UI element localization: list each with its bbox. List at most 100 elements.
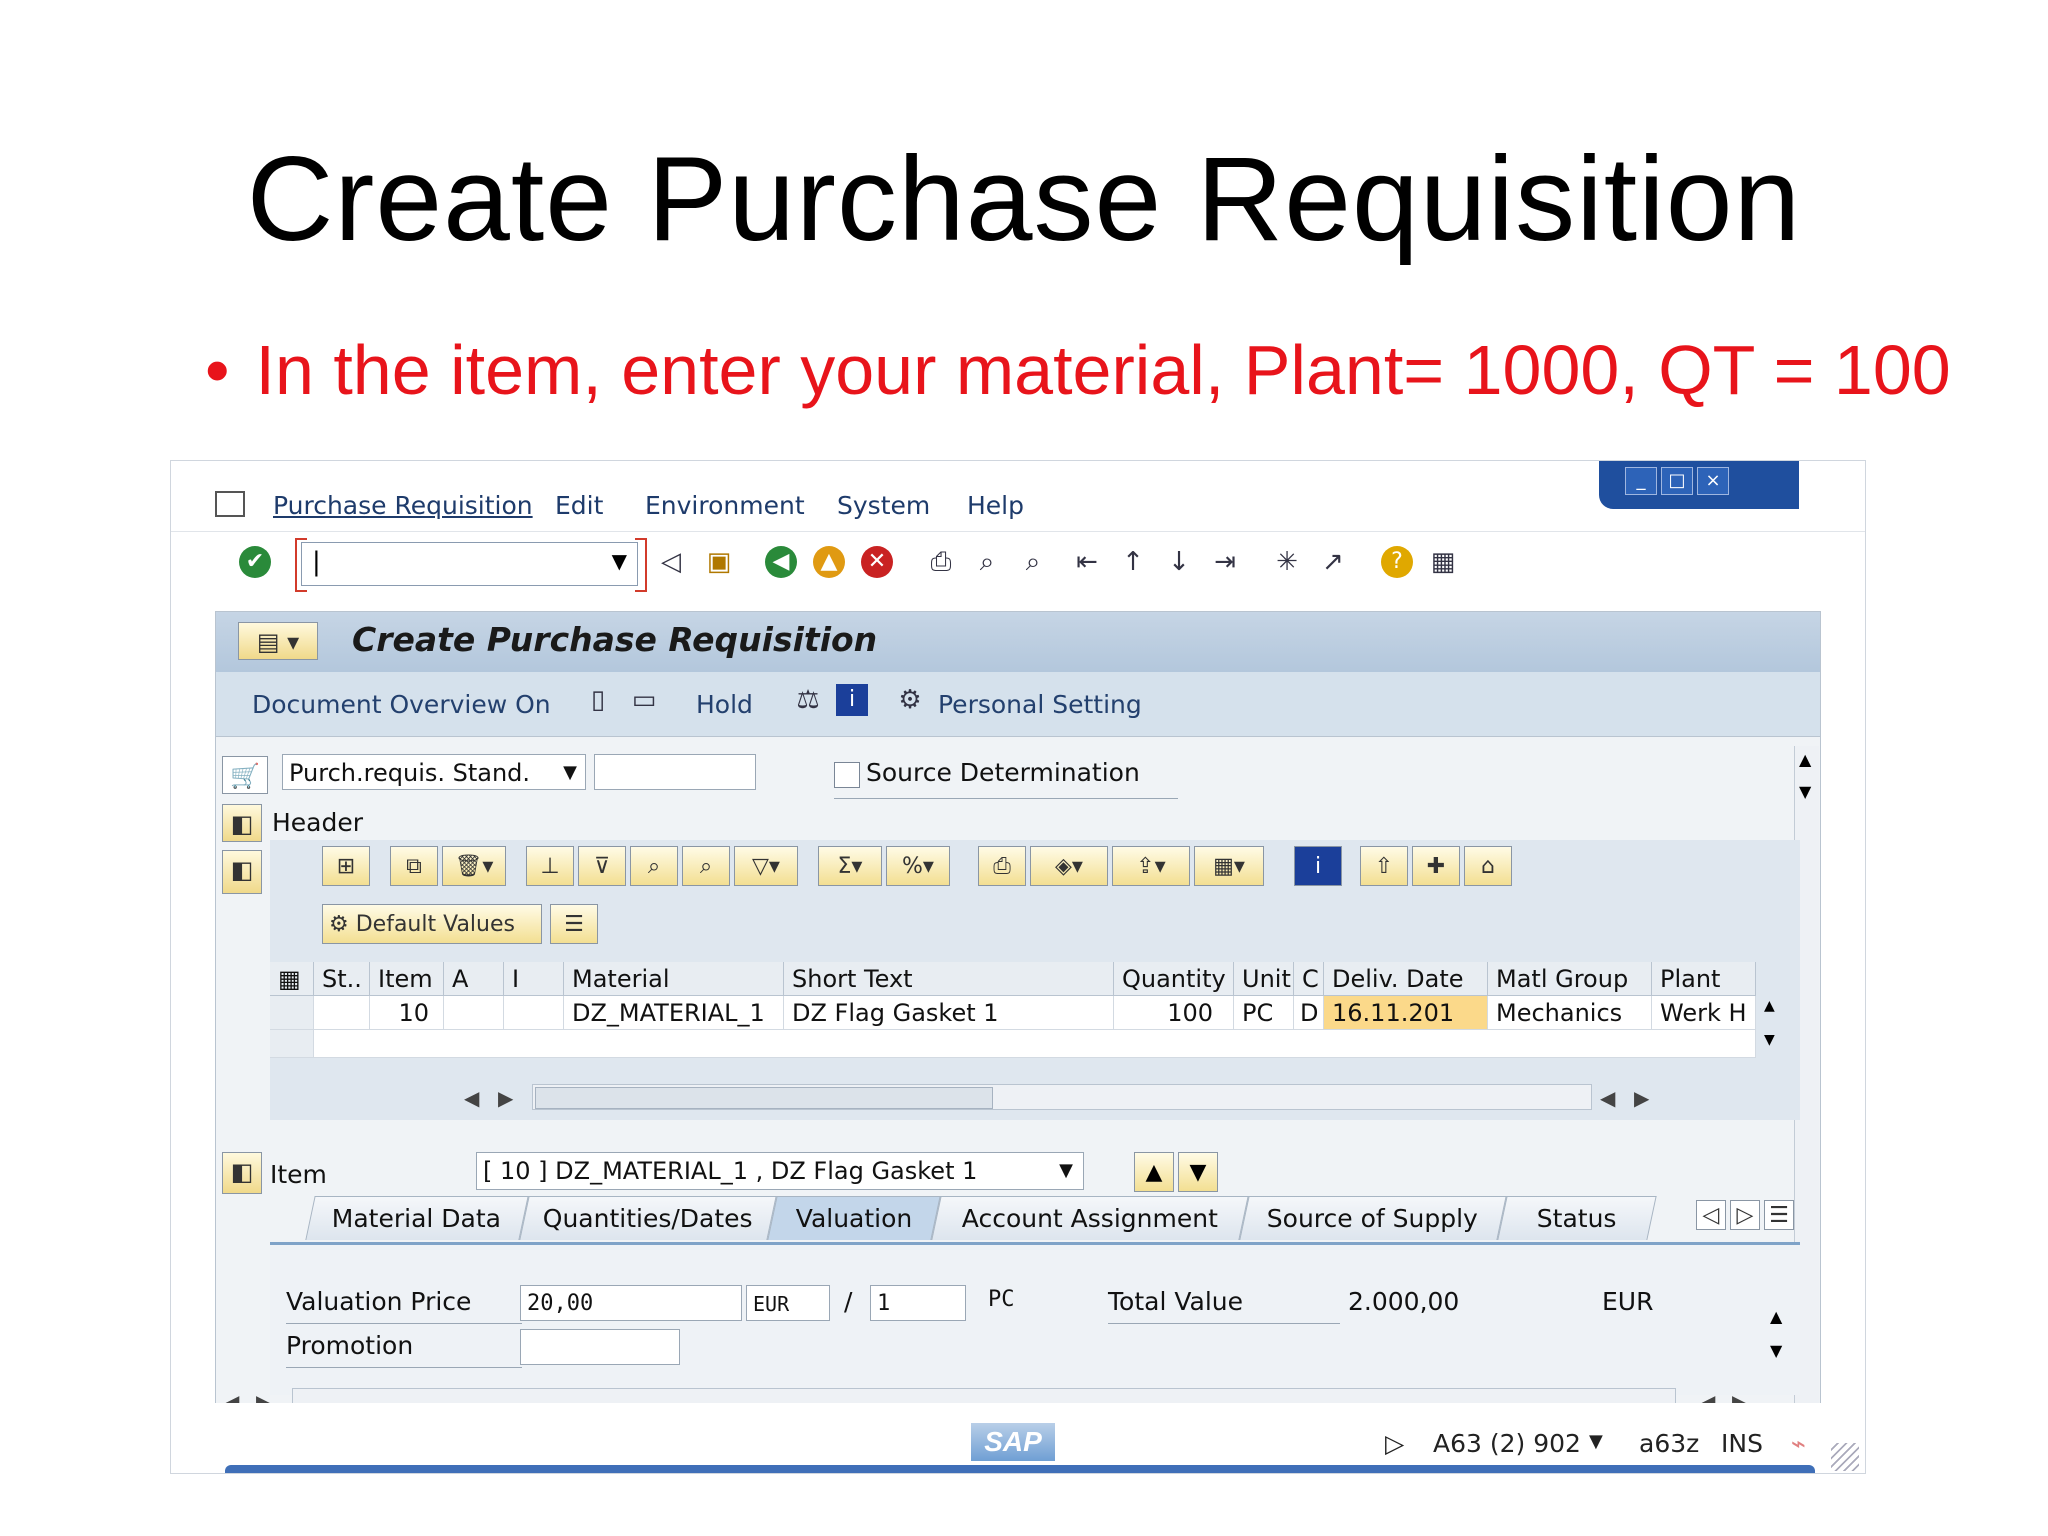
details-icon[interactable]: ⊞ [322,846,370,886]
status-expand-icon[interactable]: ▷ [1385,1429,1404,1458]
grid-info-icon[interactable]: i [1294,846,1342,886]
table-cell-delivery-date[interactable]: 16.11.201 [1324,996,1488,1030]
table-cell-item-category[interactable] [504,996,564,1030]
col-delivery-date[interactable]: Deliv. Date [1324,962,1488,996]
check-icon[interactable]: ✔ [239,546,271,578]
table-scroll-up-icon[interactable]: ▲ [1764,998,1775,1014]
print-preview-icon[interactable]: ⊥ [526,846,574,886]
detail-scroll-up-icon[interactable]: ▲ [1770,1307,1782,1326]
exit-icon[interactable]: ▲ [813,546,845,578]
currency-field[interactable]: EUR [746,1285,830,1321]
new-session-icon[interactable]: ✳ [1271,546,1303,578]
tab-quantities-dates[interactable]: Quantities/Dates [519,1196,777,1240]
col-item[interactable]: Item [370,962,444,996]
col-material[interactable]: Material [564,962,784,996]
transaction-menu-icon[interactable]: ▤ ▾ [238,622,318,660]
other-document-icon[interactable]: ▭ [628,684,660,716]
tab-scroll-left-icon[interactable]: ◁ [1696,1200,1726,1230]
last-page-icon[interactable]: ⇥ [1209,546,1241,578]
add-icon[interactable]: ✚ [1412,846,1460,886]
table-cell-material-group[interactable]: Mechanics [1488,996,1652,1030]
find-icon[interactable]: ⌕ [971,546,1003,578]
menu-help[interactable]: Help [967,491,1024,520]
table-cell-item[interactable]: 10 [370,996,444,1030]
layout-select-icon[interactable]: ▦▾ [1194,846,1264,886]
cart-icon[interactable]: 🛒 [222,756,268,794]
prev-page-icon[interactable]: ↑ [1117,546,1149,578]
tab-material-data[interactable]: Material Data [305,1196,529,1240]
source-determination-checkbox[interactable] [834,762,860,788]
find-grid-icon[interactable]: ⌕ [630,846,678,886]
item-overview-collapse-icon[interactable]: ◧ [222,850,262,894]
table-cell-short-text[interactable]: DZ Flag Gasket 1 [784,996,1114,1030]
resize-grip-icon[interactable] [1831,1443,1859,1471]
table-cell-status[interactable] [314,996,370,1030]
table-cell-account-category[interactable] [444,996,504,1030]
col-date-category[interactable]: C [1294,962,1324,996]
command-field[interactable]: | ▼ [301,542,638,586]
row-selector[interactable] [270,1030,314,1058]
menu-system[interactable]: System [837,491,930,520]
select-all-icon[interactable]: ▦ [270,962,314,996]
promotion-field[interactable] [520,1329,680,1365]
chevron-down-icon[interactable]: ▼ [1059,1153,1073,1189]
scroll-left-icon[interactable]: ◀ [1600,1086,1615,1110]
system-info[interactable]: A63 (2) 902 [1433,1429,1581,1458]
chevron-down-icon[interactable]: ▼ [612,549,627,573]
hold-button[interactable]: Hold [696,690,753,719]
tab-account-assignment[interactable]: Account Assignment [931,1196,1249,1240]
price-unit-field[interactable]: 1 [870,1285,966,1321]
info-icon[interactable]: i [836,684,868,716]
tab-valuation[interactable]: Valuation [767,1196,941,1240]
menu-edit[interactable]: Edit [555,491,603,520]
minimize-icon[interactable]: _ [1625,467,1657,495]
document-overview-button[interactable]: Document Overview On [252,690,551,719]
table-horizontal-scrollbar[interactable] [532,1084,1592,1110]
col-short-text[interactable]: Short Text [784,962,1114,996]
maximize-icon[interactable]: □ [1661,467,1693,495]
new-document-icon[interactable]: ▯ [582,684,614,716]
table-cell-quantity[interactable]: 100 [1114,996,1234,1030]
sum-icon[interactable]: Σ▾ [818,846,882,886]
personal-setting-icon[interactable]: ⚙ [894,684,926,716]
col-plant[interactable]: Plant [1652,962,1756,996]
scroll-right-icon[interactable]: ▶ [498,1086,513,1110]
col-item-category[interactable]: I [504,962,564,996]
scroll-right-icon[interactable]: ▶ [1634,1086,1649,1110]
col-material-group[interactable]: Matl Group [1488,962,1652,996]
chevron-down-icon[interactable]: ▼ [1589,1431,1603,1452]
menu-icon[interactable] [215,491,245,517]
tab-status[interactable]: Status [1497,1196,1657,1240]
table-scroll-down-icon[interactable]: ▼ [1764,1032,1775,1048]
tab-source-of-supply[interactable]: Source of Supply [1239,1196,1507,1240]
menu-purchase-requisition[interactable]: Purchase Requisition [273,491,533,520]
find-next-grid-icon[interactable]: ⌕ [682,846,730,886]
default-values-button[interactable]: ⚙ Default Values [322,904,542,944]
print-icon[interactable]: ⎙ [925,546,957,578]
layout-icon[interactable]: ▦ [1427,546,1459,578]
detail-scroll-down-icon[interactable]: ▼ [1770,1341,1782,1360]
close-icon[interactable]: × [1697,467,1729,495]
list-icon[interactable]: ☰ [550,904,598,944]
print-grid-icon[interactable]: ⎙ [978,846,1026,886]
back-icon[interactable]: ◀ [765,546,797,578]
filter-rows-icon[interactable]: ⊽ [578,846,626,886]
header-expand-icon[interactable]: ◧ [222,804,262,842]
col-account-category[interactable]: A [444,962,504,996]
next-item-button[interactable]: ▼ [1178,1152,1218,1192]
row-selector[interactable] [270,996,314,1030]
scrollbar-thumb[interactable] [535,1087,993,1109]
views-icon[interactable]: ◈▾ [1030,846,1108,886]
col-quantity[interactable]: Quantity [1114,962,1234,996]
valuation-price-field[interactable]: 20,00 [520,1285,742,1321]
table-row-empty[interactable] [314,1030,1756,1058]
tab-scroll-right-icon[interactable]: ▷ [1730,1200,1760,1230]
move-up-icon[interactable]: ⇧ [1360,846,1408,886]
subtotal-icon[interactable]: %▾ [886,846,950,886]
check-document-icon[interactable]: ⚖ [792,684,824,716]
filter-icon[interactable]: ▽▾ [734,846,798,886]
col-status[interactable]: St.. [314,962,370,996]
table-cell-material[interactable]: DZ_MATERIAL_1 [564,996,784,1030]
find-next-icon[interactable]: ⌕ [1017,546,1049,578]
col-unit[interactable]: Unit [1234,962,1294,996]
